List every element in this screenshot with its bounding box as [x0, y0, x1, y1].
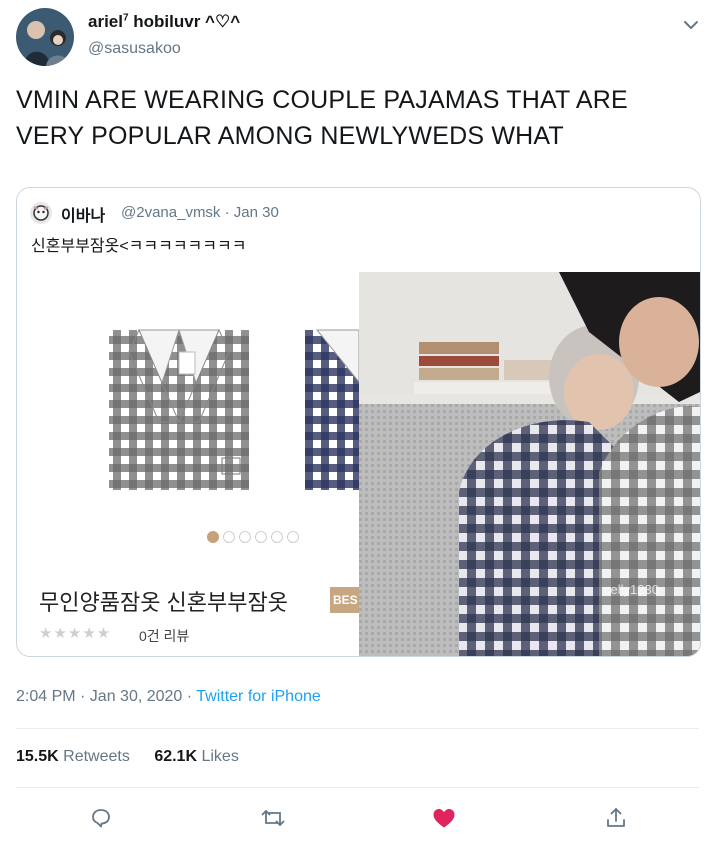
- retweets-label[interactable]: Retweets: [63, 748, 130, 765]
- source-link[interactable]: Twitter for iPhone: [196, 688, 321, 705]
- best-badge: BES: [330, 587, 360, 613]
- likes-count[interactable]: 62.1K: [154, 748, 197, 765]
- retweets-count[interactable]: 15.5K: [16, 748, 59, 765]
- reply-icon[interactable]: [86, 803, 116, 833]
- quote-photo[interactable]: celly1230: [359, 272, 700, 656]
- carousel-dot[interactable]: [207, 531, 219, 543]
- photo-watermark: celly1230: [604, 582, 659, 597]
- rating-stars: ★★★★★: [39, 625, 112, 642]
- tweet-text: VMIN ARE WEARING COUPLE PAJAMAS THAT ARE…: [16, 86, 628, 150]
- author-name[interactable]: ariel7 hobiluvr ^♡^: [88, 12, 240, 32]
- carousel-dot[interactable]: [271, 531, 283, 543]
- divider: [16, 787, 699, 788]
- quote-avatar: [30, 202, 52, 224]
- review-count: 0건 리뷰: [139, 628, 190, 644]
- author-handle[interactable]: @sasusakoo: [88, 40, 181, 58]
- divider: [16, 728, 699, 729]
- carousel-dots[interactable]: [207, 531, 299, 545]
- carousel-dot[interactable]: [223, 531, 235, 543]
- product-title: 무인양품잠옷 신혼부부잠옷: [39, 590, 288, 615]
- quote-handle-date: @2vana_vmsk · Jan 30: [121, 204, 279, 221]
- likes-label[interactable]: Likes: [201, 748, 238, 765]
- carousel-dot[interactable]: [255, 531, 267, 543]
- heart-icon[interactable]: [429, 803, 459, 833]
- quote-text: 신혼부부잠옷<ㅋㅋㅋㅋㅋㅋㅋㅋ: [31, 238, 247, 255]
- quote-author-name: 이바나: [61, 208, 106, 225]
- product-image: [17, 272, 360, 572]
- tweet-stats: 15.5K Retweets 62.1K Likes: [16, 748, 239, 766]
- retweet-icon[interactable]: [258, 803, 288, 833]
- chevron-down-icon[interactable]: [680, 14, 702, 36]
- share-icon[interactable]: [601, 803, 631, 833]
- author-avatar[interactable]: [16, 8, 74, 66]
- tweet-timestamp: 2:04 PM · Jan 30, 2020 · Twitter for iPh…: [16, 688, 321, 705]
- quoted-tweet[interactable]: 이바나 @2vana_vmsk · Jan 30 신혼부부잠옷<ㅋㅋㅋㅋㅋㅋㅋㅋ: [16, 187, 701, 657]
- carousel-dot[interactable]: [239, 531, 251, 543]
- carousel-dot[interactable]: [287, 531, 299, 543]
